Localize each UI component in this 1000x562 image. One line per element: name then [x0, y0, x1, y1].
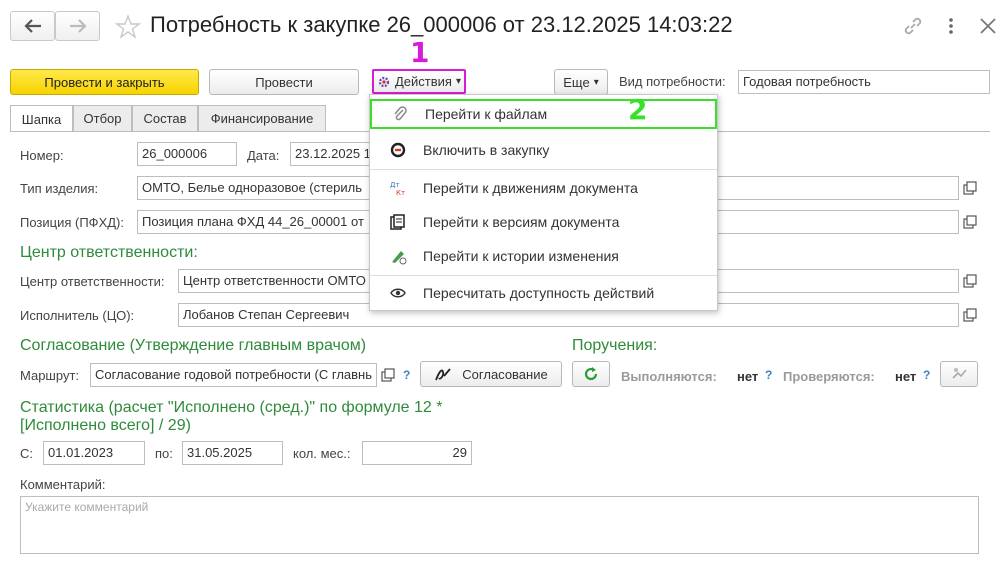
- from-label: С:: [20, 446, 33, 461]
- post-button[interactable]: Провести: [209, 69, 359, 95]
- date-label: Дата:: [247, 148, 280, 163]
- need-type-label: Вид потребности:: [619, 74, 726, 89]
- number-field[interactable]: 26_000006: [137, 142, 237, 166]
- menu-item-label: Перейти к версиям документа: [423, 214, 620, 230]
- delegate-icon: [952, 368, 967, 379]
- menu-separator: [370, 275, 717, 276]
- annotation-marker-1: 1: [410, 36, 430, 69]
- menu-item-change-history[interactable]: Перейти к истории изменения: [370, 241, 717, 271]
- comment-label: Комментарий:: [20, 477, 106, 492]
- open-icon[interactable]: [961, 304, 979, 326]
- menu-item-go-to-files[interactable]: Перейти к файлам: [370, 99, 717, 129]
- menu-item-label: Перейти к файлам: [425, 106, 548, 122]
- need-type-field[interactable]: Годовая потребность: [738, 70, 990, 94]
- menu-separator: [370, 169, 717, 170]
- to-label: по:: [155, 446, 173, 461]
- approval-button[interactable]: Согласование: [420, 361, 562, 387]
- svg-text:Кт: Кт: [396, 189, 405, 197]
- responsibility-section-title: Центр ответственности:: [20, 244, 198, 261]
- orders-section-title: Поручения:: [572, 337, 658, 354]
- help-icon[interactable]: ?: [403, 368, 410, 382]
- menu-item-include-procurement[interactable]: Включить в закупку: [370, 135, 717, 165]
- page-title: Потребность к закупке 26_000006 от 23.12…: [150, 12, 733, 37]
- route-field[interactable]: Согласование годовой потребности (С глав…: [90, 363, 377, 387]
- delegate-button[interactable]: [940, 361, 978, 387]
- executor-label: Исполнитель (ЦО):: [20, 308, 135, 323]
- more-label: Еще: [563, 74, 590, 90]
- months-label: кол. мес.:: [293, 446, 351, 461]
- position-label: Позиция (ПФХД):: [20, 215, 124, 230]
- months-field[interactable]: 29: [362, 441, 472, 465]
- more-button[interactable]: Еще ▾: [554, 69, 608, 95]
- open-icon[interactable]: [961, 211, 979, 233]
- open-icon[interactable]: [961, 270, 979, 292]
- help-icon[interactable]: ?: [765, 368, 772, 382]
- menu-item-label: Перейти к истории изменения: [423, 248, 619, 264]
- actions-button[interactable]: Действия ▾: [372, 69, 466, 94]
- from-date-field[interactable]: 01.01.2023: [43, 441, 145, 465]
- refresh-icon: [584, 367, 598, 381]
- arrow-left-icon: [23, 19, 41, 33]
- back-button[interactable]: [10, 11, 55, 41]
- menu-item-label: Перейти к движениям документа: [423, 180, 638, 196]
- refresh-button[interactable]: [572, 361, 610, 387]
- history-icon: [388, 246, 408, 266]
- tab-financing[interactable]: Финансирование: [198, 105, 326, 131]
- comment-textarea[interactable]: Укажите комментарий: [20, 496, 979, 554]
- tab-content[interactable]: Состав: [132, 105, 198, 131]
- checking-value: нет: [895, 369, 917, 384]
- eye-icon: [388, 283, 408, 303]
- post-and-close-button[interactable]: Провести и закрыть: [10, 69, 199, 95]
- menu-item-document-versions[interactable]: Перейти к версиям документа: [370, 207, 717, 237]
- date-field[interactable]: 23.12.2025 1: [290, 142, 372, 166]
- open-icon[interactable]: [379, 364, 397, 386]
- more-vert-icon[interactable]: [944, 15, 958, 37]
- number-label: Номер:: [20, 148, 64, 163]
- versions-icon: [388, 212, 408, 232]
- gear-icon: [378, 76, 390, 87]
- arrow-right-icon: [69, 19, 87, 33]
- actions-dropdown-menu: Перейти к файлам Включить в закупку Дт Кт…: [369, 94, 718, 311]
- menu-item-recalculate-availability[interactable]: Пересчитать доступность действий: [370, 278, 717, 308]
- checking-label: Проверяются:: [783, 369, 875, 384]
- chevron-down-icon: ▾: [593, 76, 599, 88]
- approval-section-title: Согласование (Утверждение главным врачом…: [20, 337, 367, 354]
- annotation-marker-2: 2: [628, 93, 648, 126]
- link-icon[interactable]: [902, 15, 924, 37]
- approval-button-label: Согласование: [462, 366, 548, 382]
- tab-filter[interactable]: Отбор: [73, 105, 132, 131]
- include-procurement-icon: [388, 140, 408, 160]
- forward-button[interactable]: [55, 11, 100, 41]
- open-icon[interactable]: [961, 177, 979, 199]
- debit-credit-icon: Дт Кт: [388, 178, 408, 198]
- tab-header[interactable]: Шапка: [10, 105, 73, 132]
- help-icon[interactable]: ?: [923, 368, 930, 382]
- actions-label: Действия: [395, 74, 452, 89]
- route-label: Маршрут:: [20, 368, 80, 383]
- menu-item-label: Включить в закупку: [423, 142, 550, 158]
- stats-section-title-line1: Статистика (расчет "Исполнено (сред.)" п…: [20, 399, 443, 416]
- product-type-label: Тип изделия:: [20, 181, 99, 196]
- resp-center-label: Центр ответственности:: [20, 274, 165, 289]
- menu-item-document-movements[interactable]: Дт Кт Перейти к движениям документа: [370, 173, 717, 203]
- chevron-down-icon: ▾: [455, 76, 461, 87]
- close-icon[interactable]: [978, 16, 998, 36]
- stats-section-title-line2: [Исполнено всего] / 29): [20, 417, 191, 434]
- signature-icon: [435, 368, 451, 381]
- executing-label: Выполняются:: [621, 369, 717, 384]
- executing-value: нет: [737, 369, 759, 384]
- menu-item-label: Пересчитать доступность действий: [423, 285, 655, 301]
- svg-text:Дт: Дт: [390, 181, 400, 189]
- paperclip-icon: [390, 104, 410, 124]
- favorite-star-icon[interactable]: [114, 14, 142, 40]
- to-date-field[interactable]: 31.05.2025: [182, 441, 283, 465]
